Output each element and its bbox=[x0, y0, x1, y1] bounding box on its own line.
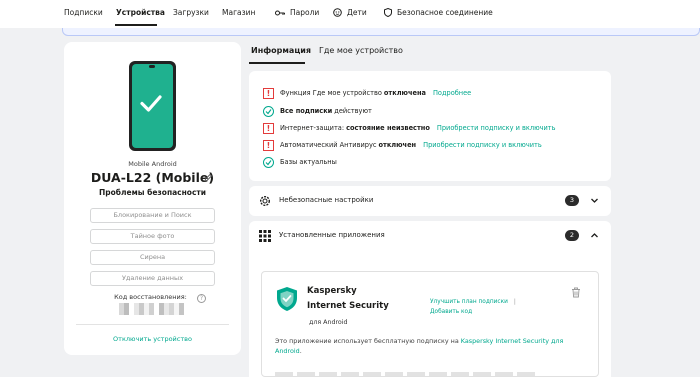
nav-label: Дети bbox=[347, 8, 367, 17]
gear-icon bbox=[259, 195, 271, 207]
notification-banner bbox=[62, 28, 700, 36]
status-text: Базы актуальны bbox=[280, 158, 337, 166]
separator: | bbox=[513, 299, 516, 305]
phone-image bbox=[129, 61, 176, 151]
buy-subscription-link[interactable]: Приобрести подписку и включить bbox=[423, 141, 542, 149]
status-item: Базы актуальны bbox=[263, 156, 337, 168]
trash-icon[interactable] bbox=[571, 287, 581, 298]
checkmark-icon bbox=[140, 95, 162, 112]
warning-icon: ! bbox=[263, 122, 274, 134]
nav-passwords[interactable]: Пароли bbox=[275, 8, 319, 17]
tab-where-is-my-device[interactable]: Где мое устройство bbox=[319, 46, 403, 55]
buy-subscription-link[interactable]: Приобрести подписку и включить bbox=[437, 124, 556, 132]
app-links: Улучшить план подписки | Добавить код bbox=[430, 297, 516, 317]
add-code-link[interactable]: Добавить код bbox=[430, 307, 516, 317]
count-badge: 2 bbox=[565, 230, 579, 241]
tab-information[interactable]: Информация bbox=[251, 46, 311, 55]
nav-store[interactable]: Магазин bbox=[222, 8, 255, 17]
lock-and-find-button[interactable]: Блокирование и Поиск bbox=[90, 208, 215, 223]
nav-label: Подписки bbox=[64, 8, 103, 17]
status-item: Все подписки действуют bbox=[263, 105, 372, 117]
nav-downloads[interactable]: Загрузки bbox=[173, 8, 209, 17]
section-label: Небезопасные настройки bbox=[279, 196, 374, 204]
app-card: Kaspersky Internet Security для Android … bbox=[261, 271, 599, 377]
wipe-data-button[interactable]: Удаление данных bbox=[90, 271, 215, 286]
active-nav-indicator bbox=[115, 24, 157, 26]
device-name: DUA-L22 (Mobile) bbox=[90, 170, 215, 185]
status-item: ! Интернет-защита: состояние неизвестно П… bbox=[263, 122, 556, 134]
recovery-code-pixelated bbox=[119, 303, 184, 315]
upgrade-plan-link[interactable]: Улучшить план подписки bbox=[430, 299, 508, 305]
check-circle-icon bbox=[263, 156, 274, 168]
nav-secure-connection[interactable]: Безопасное соединение bbox=[384, 8, 493, 17]
help-icon[interactable]: ? bbox=[197, 294, 206, 303]
app-name-line: Internet Security bbox=[307, 301, 389, 311]
siren-button[interactable]: Сирена bbox=[90, 250, 215, 265]
app-name-line: Kaspersky bbox=[307, 286, 357, 296]
app-description: Это приложение использует бесплатную под… bbox=[275, 336, 575, 356]
truncated-text bbox=[275, 372, 535, 376]
desc-text: Это приложение использует бесплатную под… bbox=[275, 337, 461, 345]
chevron-up-icon[interactable] bbox=[590, 231, 599, 240]
status-card: ! Функция Где мое устройство отключена По… bbox=[249, 71, 611, 181]
nav-label: Пароли bbox=[290, 8, 320, 17]
status-item: ! Функция Где мое устройство отключена По… bbox=[263, 87, 471, 99]
phone-notch bbox=[149, 65, 155, 68]
security-status: Проблемы безопасности bbox=[98, 188, 207, 197]
status-item: ! Автоматический Антивирус отключен Приоб… bbox=[263, 139, 542, 151]
nav-kids[interactable]: Дети bbox=[333, 8, 367, 17]
edit-pencil-icon[interactable] bbox=[203, 173, 213, 183]
divider bbox=[76, 324, 229, 325]
kaspersky-shield-icon bbox=[277, 287, 297, 311]
status-text: Интернет-защита: bbox=[280, 124, 345, 132]
count-badge: 3 bbox=[565, 195, 579, 206]
status-bold: отключен bbox=[378, 141, 417, 149]
status-bold: состояние неизвестно bbox=[346, 124, 430, 132]
nav-label: Устройства bbox=[116, 8, 165, 17]
disconnect-device-link[interactable]: Отключить устройство bbox=[64, 335, 241, 343]
status-text: Автоматический Антивирус bbox=[280, 141, 377, 149]
nav-label: Загрузки bbox=[173, 8, 209, 17]
nav-devices[interactable]: Устройства bbox=[116, 8, 165, 17]
nav-label: Безопасное соединение bbox=[397, 8, 493, 17]
warning-icon: ! bbox=[263, 139, 274, 151]
chevron-down-icon[interactable] bbox=[590, 196, 599, 205]
app-platform: для Android bbox=[309, 319, 348, 326]
top-navigation: Подписки Устройства Загрузки Магазин Пар… bbox=[0, 0, 700, 28]
section-label: Установленные приложения bbox=[279, 231, 385, 239]
installed-apps-section[interactable]: Установленные приложения 2 bbox=[249, 221, 611, 255]
device-panel: Mobile Android DUA-L22 (Mobile) Проблемы… bbox=[64, 42, 241, 355]
status-bold: отключена bbox=[383, 89, 426, 97]
apps-grid-icon bbox=[259, 230, 271, 242]
recovery-code-label: Код восстановления: bbox=[114, 293, 187, 301]
kids-icon bbox=[333, 8, 342, 17]
more-details-link[interactable]: Подробнее bbox=[433, 89, 471, 97]
status-text: действуют bbox=[334, 107, 372, 115]
nav-label: Магазин bbox=[222, 8, 256, 17]
device-type: Mobile Android bbox=[128, 160, 177, 168]
status-bold: Все подписки bbox=[280, 107, 333, 115]
secret-photo-button[interactable]: Тайное фото bbox=[90, 229, 215, 244]
key-icon bbox=[275, 10, 285, 15]
warning-icon: ! bbox=[263, 87, 274, 99]
active-tab-indicator bbox=[249, 62, 305, 64]
check-circle-icon bbox=[263, 105, 274, 117]
vpn-shield-icon bbox=[384, 8, 392, 17]
unsafe-settings-section[interactable]: Небезопасные настройки 3 bbox=[249, 186, 611, 216]
nav-subscriptions[interactable]: Подписки bbox=[64, 8, 103, 17]
status-text: Функция Где мое устройство bbox=[280, 89, 382, 97]
app-name: Kaspersky Internet Security bbox=[307, 284, 389, 314]
desc-text: . bbox=[299, 347, 302, 355]
